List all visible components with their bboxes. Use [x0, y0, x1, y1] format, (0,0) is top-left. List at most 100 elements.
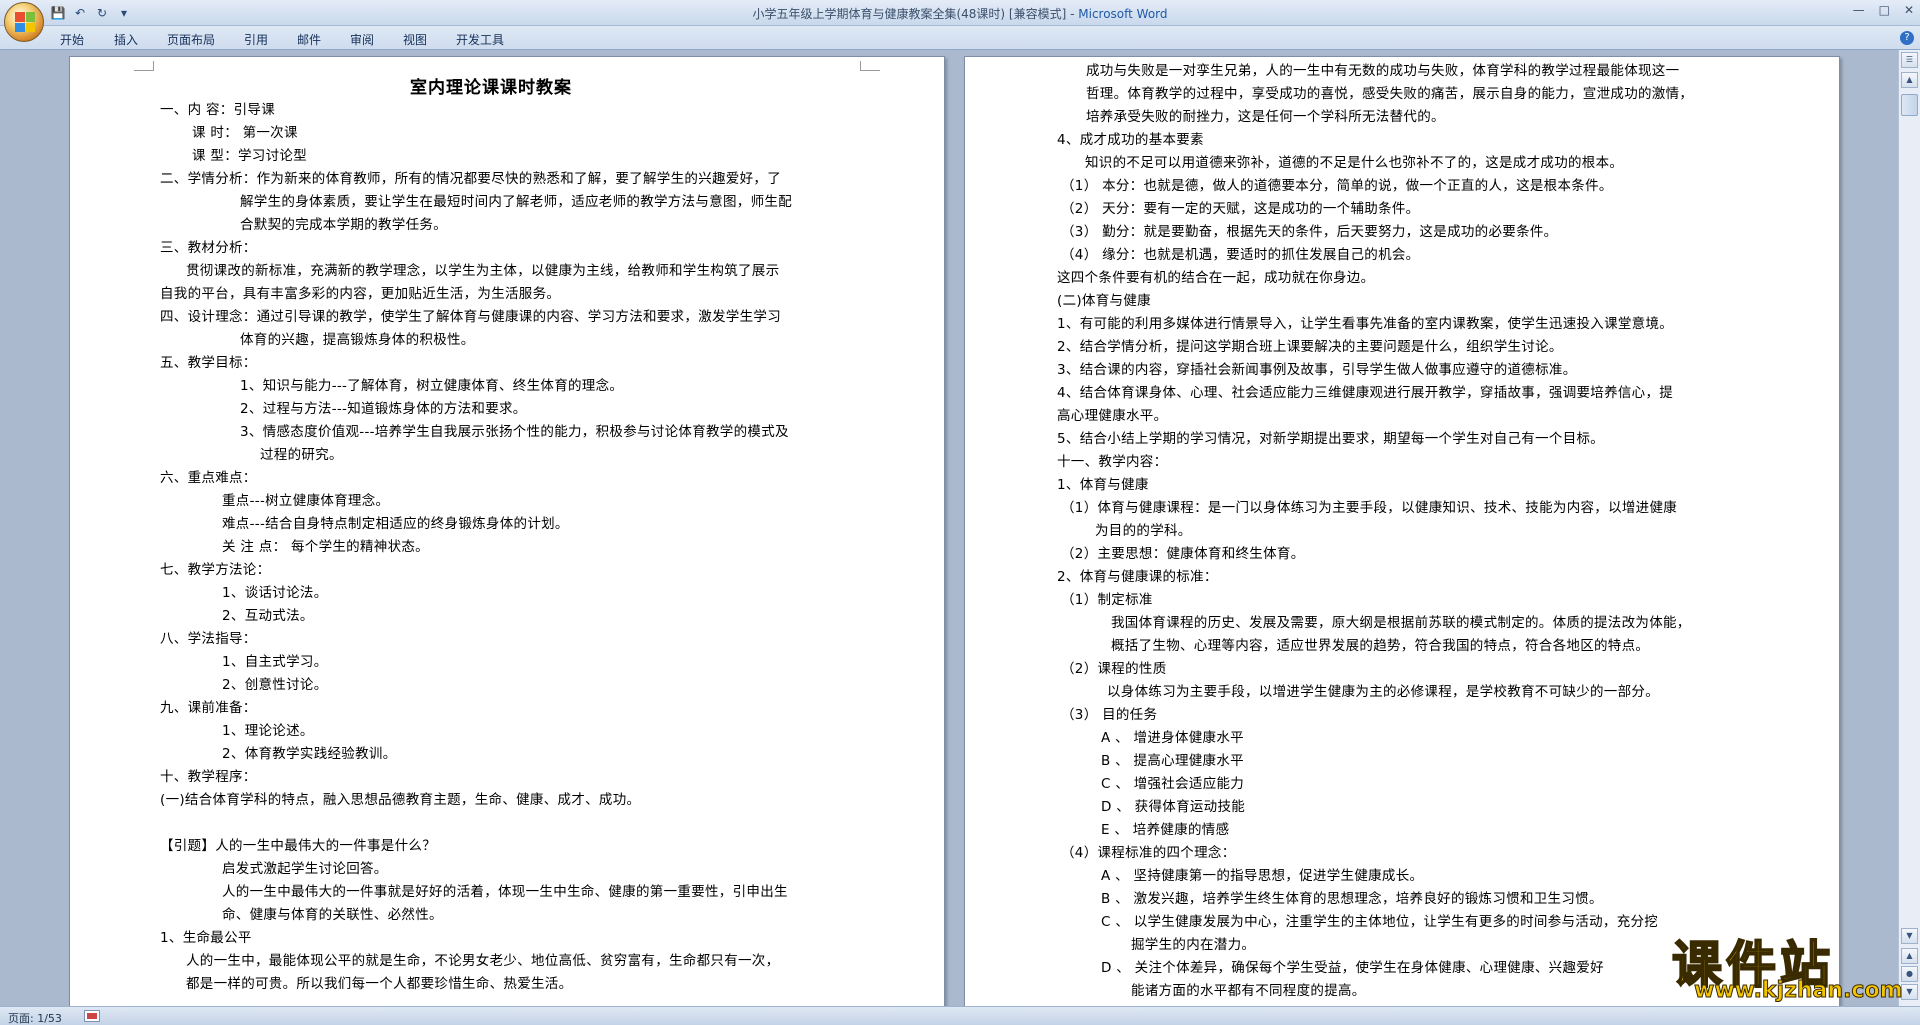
text-line: 二、学情分析：作为新来的体育教师，所有的情况都要尽快的熟悉和了解，要了解学生的兴… — [160, 171, 781, 187]
text-line: （3） 勤分：就是要勤奋，根据先天的条件，后天要努力，这是成功的必要条件。 — [1061, 224, 1558, 240]
text-line: 1、知识与能力---了解体育，树立健康体育、终生体育的理念。 — [240, 378, 624, 394]
text-line: 解学生的身体素质，要让学生在最短时间内了解老师，适应老师的教学方法与意图，师生配 — [240, 194, 792, 210]
text-line: 关 注 点： 每个学生的精神状态。 — [222, 539, 429, 555]
text-line: A 、 增进身体健康水平 — [1101, 730, 1244, 746]
window-title: 小学五年级上学期体育与健康教案全集(48课时) [兼容模式] - Microso… — [0, 5, 1920, 22]
maximize-icon[interactable]: □ — [1879, 3, 1890, 17]
text-line: E 、 培养健康的情感 — [1101, 822, 1230, 838]
text-line: 三、教材分析： — [160, 240, 257, 256]
text-line: B 、 提高心理健康水平 — [1101, 753, 1244, 769]
text-line: A 、 坚持健康第一的指导思想，促进学生健康成长。 — [1101, 868, 1424, 884]
margin-mark — [134, 61, 154, 71]
text-line: （1）制定标准 — [1061, 592, 1153, 608]
minimize-icon[interactable]: — — [1853, 3, 1865, 17]
text-line: 为目的的学科。 — [1095, 523, 1192, 539]
text-line: 2、过程与方法---知道锻炼身体的方法和要求。 — [240, 401, 527, 417]
text-line: 合默契的完成本学期的教学任务。 — [240, 217, 447, 233]
tab-page-layout[interactable]: 页面布局 — [167, 31, 215, 48]
help-icon[interactable]: ? — [1900, 31, 1914, 45]
tab-developer[interactable]: 开发工具 — [456, 31, 504, 48]
office-button[interactable] — [4, 2, 44, 42]
text-line: （2） 天分：要有一定的天赋，这是成功的一个辅助条件。 — [1061, 201, 1420, 217]
text-line: 这四个条件要有机的结合在一起，成功就在你身边。 — [1057, 270, 1375, 286]
text-line: （4） 缘分：也就是机遇，要适时的抓住发展自己的机会。 — [1061, 247, 1420, 263]
scrollbar-thumb[interactable] — [1901, 94, 1918, 116]
text-line: C 、 以学生健康发展为中心，注重学生的主体地位，让学生有更多的时间参与活动，充… — [1101, 914, 1659, 930]
text-line: 2、互动式法。 — [222, 608, 314, 624]
ruler-toggle-icon[interactable]: ☰ — [1901, 52, 1918, 68]
text-line: （2）课程的性质 — [1061, 661, 1167, 677]
text-line: 命、健康与体育的关联性、必然性。 — [222, 907, 443, 923]
office-logo-icon — [15, 12, 35, 32]
text-line: D 、 获得体育运动技能 — [1101, 799, 1246, 815]
text-line: 3、情感态度价值观---培养学生自我展示张扬个性的能力，积极参与讨论体育教学的模… — [240, 424, 789, 440]
text-line: 3、结合课的内容，穿插社会新闻事例及故事，引导学生做人做事应遵守的道德标准。 — [1057, 362, 1577, 378]
status-bar: 页面: 1/53 — [0, 1006, 1920, 1025]
text-line: 培养承受失败的耐挫力，这是任何一个学科所无法替代的。 — [1086, 109, 1445, 125]
text-line: 十一、教学内容： — [1057, 454, 1168, 470]
vertical-scrollbar[interactable]: ☰ ▲ ▼ ▲ ● ▼ — [1898, 50, 1920, 1006]
text-line: 1、自主式学习。 — [222, 654, 328, 670]
select-browse-object-icon[interactable]: ● — [1901, 966, 1918, 982]
text-line: 成功与失败是一对孪生兄弟，人的一生中有无数的成功与失败，体育学科的教学过程最能体… — [1086, 63, 1680, 79]
page-count[interactable]: 页面: 1/53 — [8, 1010, 62, 1025]
text-line: C 、 增强社会适应能力 — [1101, 776, 1245, 792]
text-line: 哲理。体育教学的过程中，享受成功的喜悦，感受失败的痛苦，展示自身的能力，宣泄成功… — [1086, 86, 1694, 102]
page-heading: 室内理论课课时教案 — [410, 78, 572, 98]
language-icon[interactable] — [84, 1010, 100, 1022]
text-line: 六、重点难点： — [160, 470, 257, 486]
text-line: 九、课前准备： — [160, 700, 257, 716]
text-line: 重点---树立健康体育理念。 — [222, 493, 390, 509]
text-line: 1、谈话讨论法。 — [222, 585, 328, 601]
text-line: 贯彻课改的新标准，充满新的教学理念，以学生为主体，以健康为主线，给教师和学生构筑… — [186, 263, 780, 279]
tab-home[interactable]: 开始 — [60, 31, 84, 48]
text-line: 5、结合小结上学期的学习情况，对新学期提出要求，期望每一个学生对自己有一个目标。 — [1057, 431, 1605, 447]
title-bar: 💾 ↶ ↻ ▾ 小学五年级上学期体育与健康教案全集(48课时) [兼容模式] -… — [0, 0, 1920, 26]
scroll-down-icon[interactable]: ▼ — [1901, 928, 1918, 944]
text-line: D 、 关注个体差异，确保每个学生受益，使学生在身体健康、心理健康、兴趣爱好 — [1101, 960, 1604, 976]
text-line: 自我的平台，具有丰富多彩的内容，更加贴近生活，为生活服务。 — [160, 286, 561, 302]
close-icon[interactable]: ✕ — [1904, 3, 1914, 17]
text-line: 课 时： 第一次课 — [192, 125, 298, 141]
text-line: 都是一样的可贵。所以我们每一个人都要珍惜生命、热爱生活。 — [186, 976, 573, 992]
text-line: 2、体育与健康课的标准： — [1057, 569, 1218, 585]
text-line: 1、理论论述。 — [222, 723, 314, 739]
next-page-icon[interactable]: ▼ — [1901, 984, 1918, 1000]
text-line: 人的一生中，最能体现公平的就是生命，不论男女老少、地位高低、贫穷富有，生命都只有… — [186, 953, 780, 969]
tab-references[interactable]: 引用 — [244, 31, 268, 48]
text-line: 八、学法指导： — [160, 631, 257, 647]
text-line: 2、体育教学实践经验教训。 — [222, 746, 397, 762]
text-line: 4、成才成功的基本要素 — [1057, 132, 1204, 148]
text-line: B 、 激发兴趣，培养学生终生体育的思想理念，培养良好的锻炼习惯和卫生习惯。 — [1101, 891, 1603, 907]
text-line: 一、内 容：引导课 — [160, 102, 275, 118]
document-page-2[interactable]: 成功与失败是一对孪生兄弟，人的一生中有无数的成功与失败，体育学科的教学过程最能体… — [964, 56, 1840, 1006]
text-line: 体育的兴趣，提高锻炼身体的积极性。 — [240, 332, 475, 348]
text-line: 掘学生的内在潜力。 — [1131, 937, 1256, 953]
document-title: 小学五年级上学期体育与健康教案全集(48课时) [兼容模式] - — [752, 7, 1079, 21]
ribbon-tabs: 开始 插入 页面布局 引用 邮件 审阅 视图 开发工具 ? — [0, 26, 1920, 50]
text-line: 难点---结合自身特点制定相适应的终身锻炼身体的计划。 — [222, 516, 569, 532]
text-line: 1、有可能的利用多媒体进行情景导入，让学生看事先准备的室内课教案，使学生迅速投入… — [1057, 316, 1674, 332]
window-controls: — □ ✕ — [1853, 3, 1914, 17]
tab-review[interactable]: 审阅 — [350, 31, 374, 48]
text-line: 十、教学程序： — [160, 769, 257, 785]
text-line: 1、体育与健康 — [1057, 477, 1149, 493]
text-line: （3） 目的任务 — [1061, 707, 1158, 723]
text-line: 高心理健康水平。 — [1057, 408, 1168, 424]
previous-page-icon[interactable]: ▲ — [1901, 948, 1918, 964]
text-line: （1）体育与健康课程：是一门以身体练习为主要手段，以健康知识、技术、技能为内容，… — [1061, 500, 1678, 516]
tab-view[interactable]: 视图 — [403, 31, 427, 48]
watermark-url: www.kjzhan.com — [1694, 978, 1904, 1004]
tab-insert[interactable]: 插入 — [114, 31, 138, 48]
app-name: Microsoft Word — [1078, 7, 1168, 21]
document-page-1[interactable]: 室内理论课课时教案 一、内 容：引导课 课 时： 第一次课 课 型：学习讨论型 … — [69, 56, 945, 1006]
scroll-up-icon[interactable]: ▲ — [1901, 72, 1918, 88]
document-area[interactable]: 室内理论课课时教案 一、内 容：引导课 课 时： 第一次课 课 型：学习讨论型 … — [0, 50, 1898, 1006]
text-line: 概括了生物、心理等内容，适应世界发展的趋势，符合我国的特点，符合各地区的特点。 — [1111, 638, 1650, 654]
text-line: （4）课程标准的四个理念： — [1061, 845, 1236, 861]
text-line: 五、教学目标： — [160, 355, 257, 371]
tab-mailings[interactable]: 邮件 — [297, 31, 321, 48]
text-line: （2）主要思想：健康体育和终生体育。 — [1061, 546, 1305, 562]
watermark-logo: 课件站 www.kjzhan.com — [1671, 925, 1903, 1005]
text-line: 七、教学方法论： — [160, 562, 271, 578]
